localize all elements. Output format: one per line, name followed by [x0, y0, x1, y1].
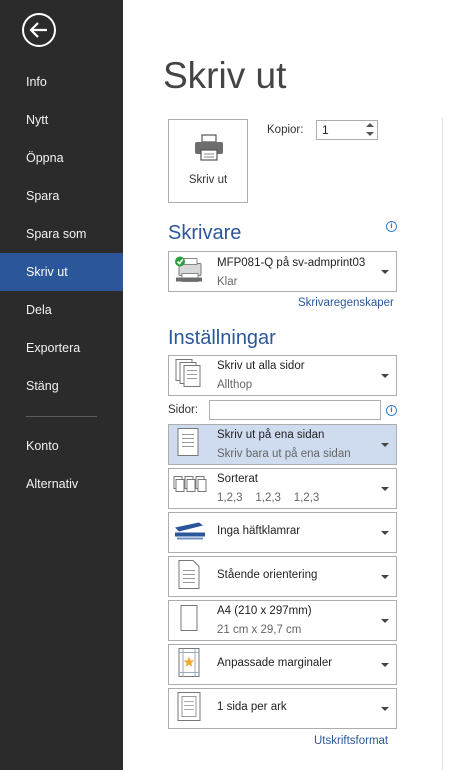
- copies-spinner[interactable]: 1: [316, 120, 378, 140]
- nav-item-print[interactable]: Skriv ut: [0, 253, 123, 291]
- print-panel: Skriv ut Skriv ut Kopior: 1 Skrivare i M…: [123, 0, 471, 770]
- duplex-subtitle: Skriv bara ut på ena sidan: [217, 448, 351, 460]
- margins-icon: [173, 646, 205, 683]
- chevron-down-icon: [381, 373, 389, 378]
- settings-section-title: Inställningar: [168, 327, 276, 349]
- single-sided-page-icon: [173, 426, 205, 463]
- paper-size-icon: [173, 602, 205, 639]
- duplex-title: Skriv ut på ena sidan: [217, 429, 325, 441]
- margins-title: Anpassade marginaler: [217, 657, 333, 669]
- nav-item-share[interactable]: Dela: [0, 291, 123, 329]
- collated-pages-icon: [173, 472, 207, 505]
- nav-item-export[interactable]: Exportera: [0, 329, 123, 367]
- printer-properties-link[interactable]: Skrivaregenskaper: [298, 297, 394, 309]
- backstage-sidebar: Info Nytt Öppna Spara Spara som Skriv ut…: [0, 0, 123, 770]
- staple-title: Inga häftklamrar: [217, 525, 301, 537]
- printer-dropdown[interactable]: MFP081-Q på sv-admprint03 Klar: [168, 251, 397, 292]
- nav-item-save-as[interactable]: Spara som: [0, 215, 123, 253]
- preview-divider: [442, 118, 443, 770]
- printer-status: Klar: [217, 276, 238, 288]
- collate-dropdown[interactable]: Sorterat 1,2,3 1,2,3 1,2,3: [168, 468, 397, 509]
- spin-buttons[interactable]: [363, 121, 377, 139]
- print-button[interactable]: Skriv ut: [168, 119, 248, 203]
- print-button-label: Skriv ut: [188, 174, 228, 186]
- paper-size-subtitle: 21 cm x 29,7 cm: [217, 624, 302, 636]
- copies-label: Kopior:: [267, 124, 304, 136]
- page-setup-link[interactable]: Utskriftsformat: [314, 735, 388, 747]
- collate-subtitle: 1,2,3 1,2,3 1,2,3: [217, 492, 320, 504]
- duplex-dropdown[interactable]: Skriv ut på ena sidan Skriv bara ut på e…: [168, 424, 397, 465]
- nav-item-new[interactable]: Nytt: [0, 101, 123, 139]
- info-icon[interactable]: i: [386, 221, 397, 232]
- print-range-title: Skriv ut alla sidor: [217, 360, 305, 372]
- portrait-page-icon: [173, 558, 205, 595]
- margins-dropdown[interactable]: Anpassade marginaler: [168, 644, 397, 685]
- printer-icon: [195, 134, 223, 161]
- printer-name: MFP081-Q på sv-admprint03: [217, 257, 366, 269]
- paper-size-title: A4 (210 x 297mm): [217, 605, 312, 617]
- nav-item-options[interactable]: Alternativ: [0, 465, 123, 503]
- chevron-down-icon: [381, 618, 389, 623]
- orientation-dropdown[interactable]: Stående orientering: [168, 556, 397, 597]
- print-range-dropdown[interactable]: Skriv ut alla sidor Allthop: [168, 355, 397, 396]
- chevron-down-icon: [381, 269, 389, 274]
- nav-item-close[interactable]: Stäng: [0, 367, 123, 405]
- staple-dropdown[interactable]: Inga häftklamrar: [168, 512, 397, 553]
- copies-value[interactable]: 1: [322, 123, 329, 137]
- print-range-subtitle: Allthop: [217, 379, 253, 391]
- chevron-down-icon: [381, 442, 389, 447]
- spin-up-icon[interactable]: [366, 123, 374, 127]
- chevron-down-icon: [381, 662, 389, 667]
- pages-input[interactable]: [209, 400, 381, 420]
- spin-down-icon[interactable]: [366, 132, 374, 136]
- pages-label: Sidor:: [168, 404, 199, 416]
- collate-title: Sorterat: [217, 473, 258, 485]
- page-title: Skriv ut: [163, 55, 287, 96]
- stapler-icon: [173, 518, 207, 547]
- nav-item-account[interactable]: Konto: [0, 427, 123, 465]
- orientation-title: Stående orientering: [217, 569, 318, 581]
- nav-item-save[interactable]: Spara: [0, 177, 123, 215]
- info-icon[interactable]: i: [386, 405, 397, 416]
- printer-section-title: Skrivare: [168, 222, 242, 244]
- chevron-down-icon: [381, 530, 389, 535]
- pages-per-sheet-title: 1 sida per ark: [217, 701, 287, 713]
- pages-per-sheet-dropdown[interactable]: 1 sida per ark: [168, 688, 397, 729]
- page-per-sheet-icon: [173, 690, 205, 727]
- nav-item-info[interactable]: Info: [0, 63, 123, 101]
- paper-size-dropdown[interactable]: A4 (210 x 297mm) 21 cm x 29,7 cm: [168, 600, 397, 641]
- nav-separator: [26, 416, 97, 417]
- pages-stack-icon: [173, 357, 205, 394]
- chevron-down-icon: [381, 486, 389, 491]
- back-arrow-circle-icon[interactable]: [21, 12, 57, 48]
- chevron-down-icon: [381, 574, 389, 579]
- printer-ready-icon: [173, 253, 205, 290]
- chevron-down-icon: [381, 706, 389, 711]
- nav-item-open[interactable]: Öppna: [0, 139, 123, 177]
